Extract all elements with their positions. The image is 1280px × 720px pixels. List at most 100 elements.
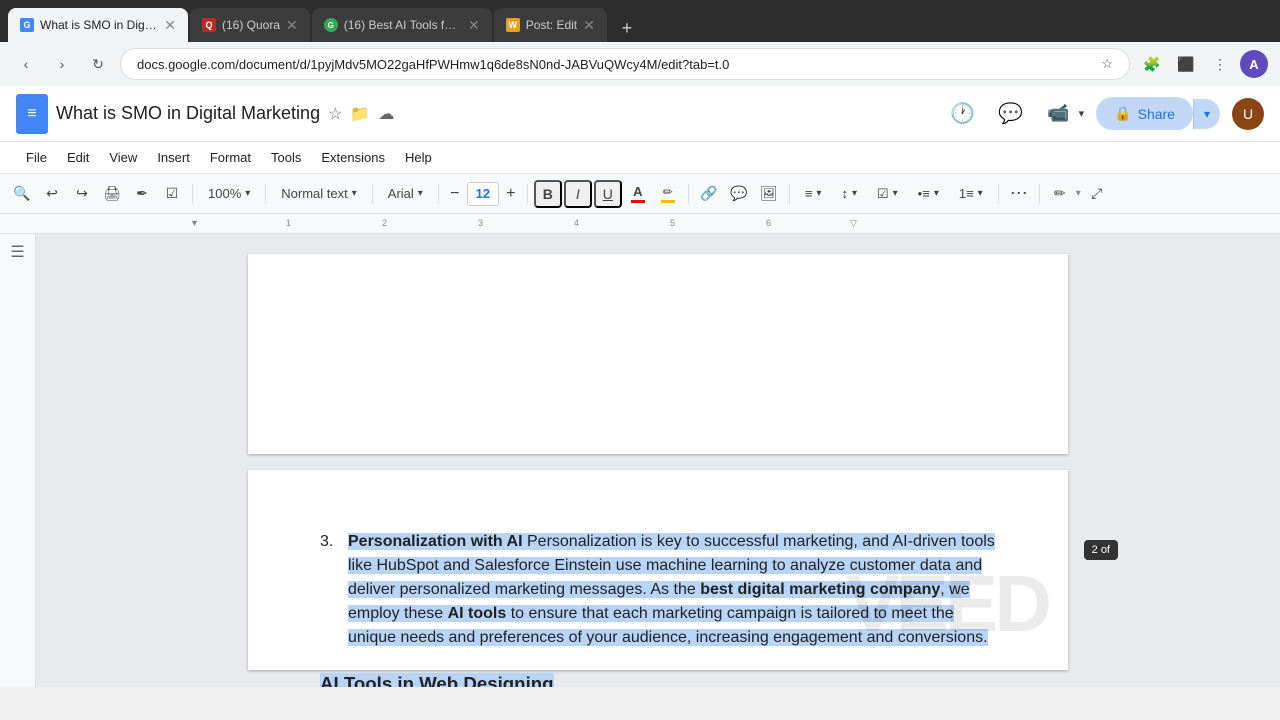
- address-bar-row: ‹ › ↻ docs.google.com/document/d/1pyjMdv…: [0, 42, 1280, 86]
- separator-9: [1039, 184, 1040, 204]
- bullets-dropdown[interactable]: •≡ ▾: [909, 183, 948, 204]
- zoom-value: 100%: [208, 186, 241, 201]
- section-heading: AI Tools in Web Designing: [320, 673, 554, 687]
- tab-close-2[interactable]: ✕: [286, 17, 298, 34]
- more-options-button[interactable]: ⋯: [1005, 180, 1033, 208]
- share-dropdown-button[interactable]: ▾: [1193, 99, 1220, 129]
- new-tab-button[interactable]: +: [613, 14, 641, 42]
- menu-edit[interactable]: Edit: [57, 146, 99, 169]
- underline-button[interactable]: U: [594, 180, 622, 208]
- list-item-3-bold2: AI tools: [448, 605, 507, 622]
- comment-button[interactable]: 💬: [725, 180, 753, 208]
- font-size-value[interactable]: 12: [467, 182, 499, 206]
- more-options-icon[interactable]: ⋮: [1206, 50, 1234, 78]
- section-heading-container: AI Tools in Web Designing: [320, 670, 996, 687]
- tab-close-4[interactable]: ✕: [583, 17, 595, 34]
- menu-view[interactable]: View: [99, 146, 147, 169]
- tab-favicon-3: G: [324, 18, 338, 32]
- tab-close-3[interactable]: ✕: [468, 17, 480, 34]
- tab-close-1[interactable]: ✕: [164, 17, 176, 34]
- folder-icon[interactable]: 📁: [350, 104, 370, 124]
- menu-file[interactable]: File: [16, 146, 57, 169]
- separator-4: [438, 184, 439, 204]
- history-icon[interactable]: ⬛: [1172, 50, 1200, 78]
- zoom-dropdown[interactable]: 100% ▾: [199, 183, 259, 204]
- meet-video-icon[interactable]: 📹: [1041, 96, 1077, 132]
- separator-3: [372, 184, 373, 204]
- menu-format[interactable]: Format: [200, 146, 261, 169]
- forward-button[interactable]: ›: [48, 50, 76, 78]
- text-color-button[interactable]: A: [624, 180, 652, 208]
- checklist-dropdown[interactable]: ☑ ▾: [868, 183, 907, 205]
- tab-3[interactable]: G (16) Best AI Tools for Digital M... ✕: [312, 8, 492, 42]
- doc-scroll[interactable]: 3. Personalization with AI Personalizati…: [36, 234, 1280, 687]
- separator-8: [998, 184, 999, 204]
- ruler: ▼ 1 2 3 4 5 6 ▽: [0, 214, 1280, 234]
- history-icon[interactable]: 🕐: [945, 96, 981, 132]
- menu-insert[interactable]: Insert: [147, 146, 200, 169]
- align-dropdown[interactable]: ≡ ▾: [796, 183, 831, 204]
- font-size-decrease[interactable]: −: [445, 182, 465, 206]
- tab-2[interactable]: Q (16) Quora ✕: [190, 8, 310, 42]
- spell-check-button[interactable]: ☑: [158, 180, 186, 208]
- font-dropdown[interactable]: Arial ▾: [379, 183, 432, 204]
- bookmark-icon[interactable]: ☆: [1101, 56, 1113, 72]
- editing-mode-caret[interactable]: ▾: [1076, 188, 1081, 199]
- bold-button[interactable]: B: [534, 180, 562, 208]
- search-button[interactable]: 🔍: [8, 180, 36, 208]
- scroll-indicator: 2 of: [1084, 540, 1118, 560]
- watermark: VEED: [846, 558, 1048, 650]
- document-title[interactable]: What is SMO in Digital Marketing: [56, 103, 320, 124]
- numbering-icon: 1≡: [959, 186, 974, 201]
- highlight-button[interactable]: ✏: [654, 180, 682, 208]
- editing-mode-button[interactable]: ✏: [1046, 180, 1074, 208]
- comment-icon[interactable]: 💬: [993, 96, 1029, 132]
- paint-format-button[interactable]: ✒: [128, 180, 156, 208]
- link-button[interactable]: 🔗: [695, 180, 723, 208]
- ruler-marker-left: ▼: [190, 218, 199, 228]
- menu-extensions[interactable]: Extensions: [311, 146, 395, 169]
- ruler-content: ▼ 1 2 3 4 5 6 ▽: [190, 214, 990, 233]
- meet-caret[interactable]: ▾: [1079, 107, 1085, 120]
- separator-2: [265, 184, 266, 204]
- font-size-control: − 12 +: [445, 182, 521, 206]
- doc-page-top: [248, 254, 1068, 454]
- image-button[interactable]: 🖼: [755, 180, 783, 208]
- menu-help[interactable]: Help: [395, 146, 442, 169]
- numbering-dropdown[interactable]: 1≡ ▾: [950, 183, 992, 204]
- user-avatar[interactable]: U: [1232, 98, 1264, 130]
- address-box[interactable]: docs.google.com/document/d/1pyjMdv5MO22g…: [120, 48, 1130, 80]
- redo-button[interactable]: ↪: [68, 180, 96, 208]
- reload-button[interactable]: ↻: [84, 50, 112, 78]
- italic-button[interactable]: I: [564, 180, 592, 208]
- cloud-icon[interactable]: ☁: [378, 104, 394, 124]
- ruler-num-2: 2: [382, 218, 387, 228]
- tab-1[interactable]: G What is SMO in Digital Marke... ✕: [8, 8, 188, 42]
- align-icon: ≡: [805, 186, 813, 201]
- share-button[interactable]: 🔒 Share: [1096, 97, 1193, 130]
- star-icon[interactable]: ☆: [328, 104, 342, 124]
- toolbar: 🔍 ↩ ↪ 🖨 ✒ ☑ 100% ▾ Normal text ▾ Arial ▾…: [0, 174, 1280, 214]
- print-button[interactable]: 🖨: [98, 180, 126, 208]
- tab-4[interactable]: W Post: Edit ✕: [494, 8, 607, 42]
- tabs-bar: G What is SMO in Digital Marke... ✕ Q (1…: [0, 0, 1280, 42]
- font-value: Arial: [388, 186, 414, 201]
- address-text: docs.google.com/document/d/1pyjMdv5MO22g…: [137, 57, 1093, 72]
- extensions-icon[interactable]: 🧩: [1138, 50, 1166, 78]
- font-size-increase[interactable]: +: [501, 182, 521, 206]
- expand-button[interactable]: ⤢: [1083, 180, 1111, 208]
- docs-title-area: What is SMO in Digital Marketing ☆ 📁 ☁: [56, 103, 937, 124]
- separator-1: [192, 184, 193, 204]
- share-group: 🔒 Share ▾: [1096, 97, 1220, 130]
- menu-tools[interactable]: Tools: [261, 146, 311, 169]
- spacing-caret: ▾: [852, 188, 857, 199]
- undo-button[interactable]: ↩: [38, 180, 66, 208]
- docs-header: ≡ What is SMO in Digital Marketing ☆ 📁 ☁…: [0, 86, 1280, 142]
- style-dropdown[interactable]: Normal text ▾: [272, 183, 366, 204]
- outline-icon[interactable]: ☰: [10, 242, 24, 262]
- profile-avatar[interactable]: A: [1240, 50, 1268, 78]
- ruler-num-3: 3: [478, 218, 483, 228]
- back-button[interactable]: ‹: [12, 50, 40, 78]
- style-caret: ▾: [352, 188, 357, 199]
- spacing-dropdown[interactable]: ↕ ▾: [832, 183, 866, 204]
